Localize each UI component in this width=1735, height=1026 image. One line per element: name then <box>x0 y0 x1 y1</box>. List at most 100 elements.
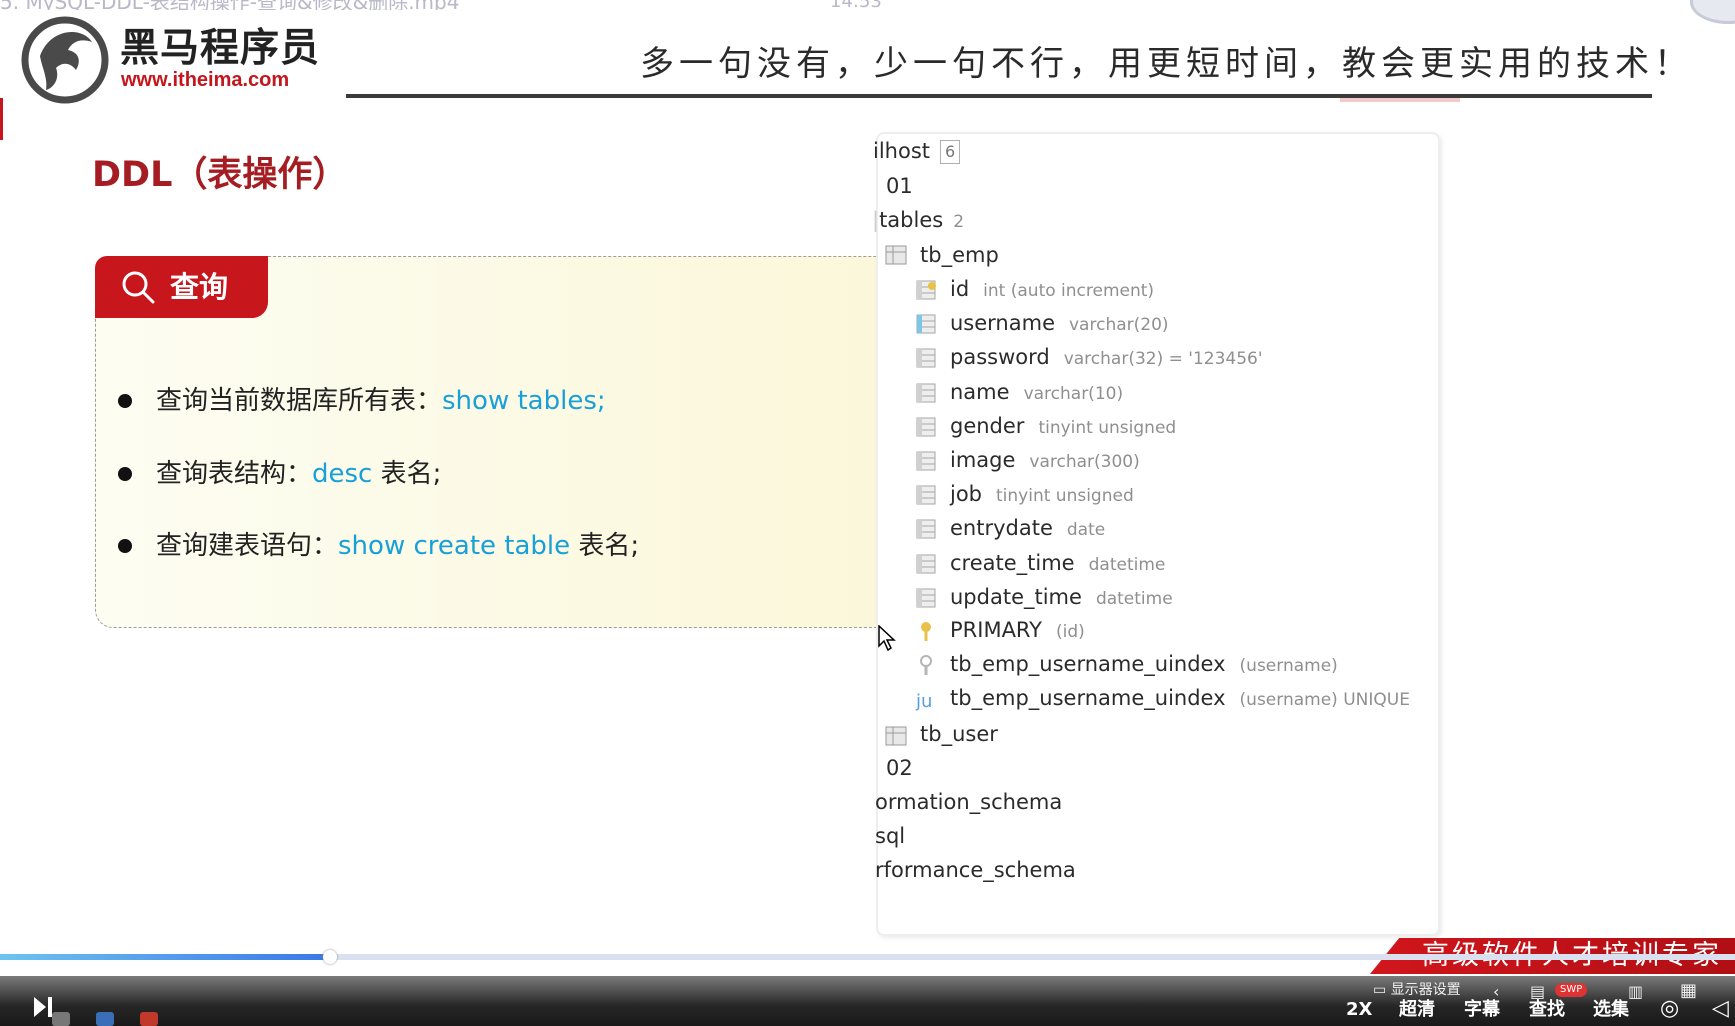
slide-title: DDL（表操作） <box>92 155 348 195</box>
tree-db-01[interactable]: 01 <box>886 171 913 201</box>
column-icon <box>916 314 936 334</box>
tree-column-gender[interactable]: gender tinyint unsigned <box>950 411 1176 443</box>
avatar[interactable] <box>1690 0 1735 24</box>
intellij-taskbar-icon[interactable] <box>96 1012 114 1026</box>
query-item-label: 查询当前数据库所有表： <box>156 386 443 416</box>
powerpoint-taskbar-icon[interactable] <box>140 1012 158 1026</box>
tree-column-create-time[interactable]: create_time datetime <box>950 548 1165 580</box>
subtitles-button[interactable]: 字幕 <box>1464 998 1500 1022</box>
tree-column-password[interactable]: password varchar(32) = '123456' <box>950 342 1263 374</box>
tree-column-name: username <box>950 311 1055 335</box>
tree-column-update-time[interactable]: update_time datetime <box>950 582 1173 614</box>
tree-key-detail: (username) <box>1239 656 1338 676</box>
tree-tables-label: tables <box>879 208 944 232</box>
column-icon <box>916 417 936 437</box>
query-item-show-create: 查询建表语句：show create table 表名; <box>156 528 639 564</box>
tree-schema-performance[interactable]: rformance_schema <box>875 855 1076 885</box>
query-item-show-tables: 查询当前数据库所有表：show tables; <box>156 383 606 419</box>
tree-table-tb-user[interactable]: tb_user <box>920 719 998 749</box>
tree-key-primary[interactable]: PRIMARY (id) <box>950 615 1085 647</box>
query-item-suffix: 表名; <box>570 531 640 561</box>
tree-column-type: varchar(300) <box>1029 452 1140 472</box>
tree-column-type: tinyint unsigned <box>996 486 1134 506</box>
tree-db-02[interactable]: 02 <box>886 753 913 783</box>
tree-column-image[interactable]: image varchar(300) <box>950 445 1140 477</box>
quality-button[interactable]: 超清 <box>1399 998 1435 1022</box>
query-item-code: show create table <box>338 531 571 561</box>
video-title: 5. MySQL-DDL-表结构操作-查询&修改&删除.mp4 <box>0 0 900 10</box>
tree-column-name[interactable]: name varchar(10) <box>950 377 1123 409</box>
tree-column-type: datetime <box>1095 589 1173 609</box>
query-tab-label: 查询 <box>170 270 229 304</box>
bullet-3 <box>118 539 132 553</box>
tree-schema-mysql[interactable]: sql <box>875 821 905 851</box>
tree-table-tb-emp[interactable]: tb_emp <box>920 240 999 270</box>
search-button[interactable]: 查找 <box>1529 998 1565 1022</box>
index-key-icon <box>920 655 932 675</box>
column-icon <box>916 485 936 505</box>
bullet-2 <box>118 467 132 481</box>
display-settings-label: 显示器设置 <box>1390 982 1461 998</box>
logo-url: www.itheima.com <box>121 69 290 91</box>
slogan: 多一句没有，少一句不行，用更短时间，教会更实用的技术！ <box>640 44 1693 84</box>
primary-key-icon <box>921 622 931 641</box>
tree-column-type: varchar(10) <box>1023 384 1124 404</box>
progress-fill <box>0 954 330 960</box>
column-icon <box>916 554 936 574</box>
tree-key-name: PRIMARY <box>950 618 1043 642</box>
column-icon <box>916 519 936 539</box>
app-taskbar-icon[interactable] <box>52 1012 70 1026</box>
column-icon <box>916 588 936 608</box>
tree-host-badge: 6 <box>940 140 961 164</box>
column-icon <box>916 383 936 403</box>
tree-column-name: id <box>950 277 970 301</box>
tree-key-index[interactable]: tb_emp_username_uindex (username) <box>950 649 1338 681</box>
header-divider-accent <box>1340 98 1460 102</box>
key-column-icon <box>916 280 936 300</box>
tree-column-name: name <box>950 380 1010 404</box>
tree-tables-count: 2 <box>953 212 965 232</box>
tree-column-username[interactable]: username varchar(20) <box>950 308 1169 340</box>
tree-key-detail: (id) <box>1056 622 1085 642</box>
query-item-suffix: 表名; <box>372 459 442 489</box>
unique-index-icon: ju <box>915 691 932 711</box>
column-icon <box>916 348 936 368</box>
tree-column-entrydate[interactable]: entrydate date <box>950 513 1105 545</box>
table-icon <box>885 245 907 265</box>
tree-column-type: int (auto increment) <box>983 281 1155 301</box>
volume-icon[interactable]: ◁ <box>1712 996 1729 1021</box>
tree-column-name: job <box>950 482 983 506</box>
search-icon <box>122 271 155 304</box>
query-item-label: 查询建表语句： <box>156 531 339 561</box>
tree-key-name: tb_emp_username_uindex <box>950 686 1226 710</box>
tree-host[interactable]: ilhost 6 <box>873 136 961 166</box>
next-button[interactable] <box>32 994 54 1020</box>
tree-column-job[interactable]: job tinyint unsigned <box>950 479 1134 511</box>
tree-column-type: varchar(20) <box>1069 315 1169 335</box>
video-time: 14:53 <box>830 0 882 8</box>
logo-name: 黑马程序员 <box>120 26 321 71</box>
tree-schema-information[interactable]: ormation_schema <box>875 787 1062 817</box>
tree-tables[interactable]: |tables 2 <box>872 205 964 237</box>
tree-column-type: datetime <box>1088 555 1166 575</box>
tree-column-id[interactable]: id int (auto increment) <box>950 274 1154 306</box>
tree-key-unique[interactable]: tb_emp_username_uindex (username) UNIQUE <box>950 683 1410 715</box>
grid-icon[interactable]: ▦ <box>1680 980 1697 1001</box>
display-settings-button[interactable]: ▭ 显示器设置 <box>1373 980 1461 1000</box>
layout-icon[interactable]: ▥ <box>1628 982 1643 1001</box>
query-item-label: 查询表结构： <box>156 459 313 489</box>
speed-button[interactable]: 2X <box>1346 998 1372 1022</box>
tree-column-name: entrydate <box>950 516 1053 540</box>
mouse-cursor-icon <box>878 625 896 651</box>
table-icon <box>885 726 907 746</box>
swp-badge: SWP <box>1555 983 1588 997</box>
tree-column-name: password <box>950 345 1050 369</box>
episodes-button[interactable]: 选集 <box>1593 998 1629 1022</box>
progress-knob[interactable] <box>323 950 337 964</box>
settings-icon[interactable]: ◎ <box>1660 996 1679 1021</box>
tree-column-name: gender <box>950 414 1025 438</box>
tree-column-type: varchar(32) = '123456' <box>1063 349 1263 369</box>
left-accent-bar <box>0 98 3 140</box>
tree-column-type: tinyint unsigned <box>1038 418 1177 438</box>
tree-host-label: ilhost <box>873 139 931 163</box>
